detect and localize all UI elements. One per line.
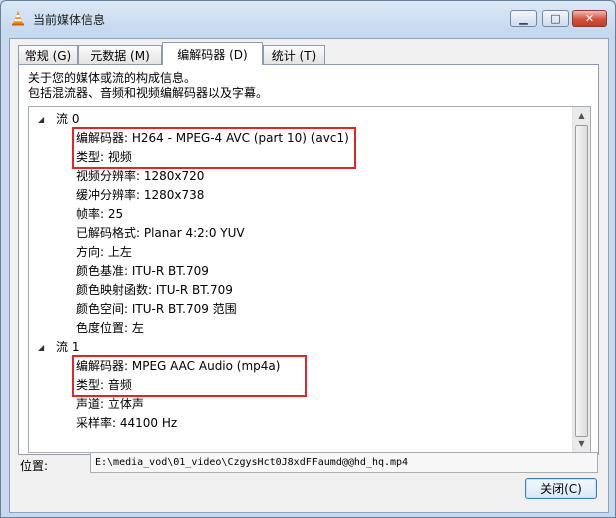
location-label: 位置: <box>20 459 49 473</box>
media-info-window: 当前媒体信息 ▁ □ ✕ 常规 (G) 元数据 (M) 编解码器 (D) 统计 … <box>0 0 616 518</box>
collapse-triangle-icon[interactable]: ◢ <box>38 110 50 129</box>
dialog-client-area: 常规 (G) 元数据 (M) 编解码器 (D) 统计 (T) 关于您的媒体或流的… <box>9 38 609 513</box>
tree-property[interactable]: 帧率: 25 <box>76 205 123 224</box>
codec-panel: 关于您的媒体或流的构成信息。 包括混流器、音频和视频编解码器以及字幕。 ◢ 流 0… <box>18 64 599 455</box>
scroll-down-arrow-icon[interactable]: ▼ <box>573 435 590 452</box>
description-line-1: 关于您的媒体或流的构成信息。 <box>28 71 197 85</box>
tree-property[interactable]: 编解码器: H264 - MPEG-4 AVC (part 10) (avc1) <box>76 129 349 148</box>
tree-property[interactable]: 视频分辨率: 1280x720 <box>76 167 204 186</box>
vlc-cone-icon <box>12 11 24 26</box>
minimize-icon: ▁ <box>519 12 528 25</box>
tree-property[interactable]: 类型: 视频 <box>76 148 132 167</box>
description-line-2: 包括混流器、音频和视频编解码器以及字幕。 <box>28 86 269 100</box>
tree-property[interactable]: 颜色空间: ITU-R BT.709 范围 <box>76 300 237 319</box>
tree-property[interactable]: 已解码格式: Planar 4:2:0 YUV <box>76 224 245 243</box>
tree-property[interactable]: 方向: 上左 <box>76 243 132 262</box>
tree-property[interactable]: 类型: 音频 <box>76 376 132 395</box>
location-field[interactable]: E:\media_vod\01_video\CzgysHct0J8xdFFaum… <box>90 452 598 473</box>
vertical-scrollbar[interactable]: ▲ ▼ <box>572 107 590 452</box>
tree-property[interactable]: 颜色映射函数: ITU-R BT.709 <box>76 281 233 300</box>
close-window-button[interactable]: ✕ <box>572 10 607 27</box>
maximize-icon: □ <box>550 12 561 25</box>
tab-metadata[interactable]: 元数据 (M) <box>78 45 162 64</box>
tree-property[interactable]: 缓冲分辨率: 1280x738 <box>76 186 204 205</box>
stream-label: 流 0 <box>56 112 80 126</box>
tree-stream-0[interactable]: ◢ 流 0 <box>38 110 79 129</box>
tree-property[interactable]: 声道: 立体声 <box>76 395 144 414</box>
tree-property[interactable]: 编解码器: MPEG AAC Audio (mp4a) <box>76 357 280 376</box>
maximize-button[interactable]: □ <box>542 10 569 27</box>
tab-statistics[interactable]: 统计 (T) <box>263 45 325 64</box>
close-button[interactable]: 关闭(C) <box>525 478 597 499</box>
tree-stream-1[interactable]: ◢ 流 1 <box>38 338 79 357</box>
scrollbar-thumb[interactable] <box>575 125 588 437</box>
scroll-up-arrow-icon[interactable]: ▲ <box>573 107 590 124</box>
title-bar[interactable]: 当前媒体信息 ▁ □ ✕ <box>1 1 615 35</box>
panel-description: 关于您的媒体或流的构成信息。 包括混流器、音频和视频编解码器以及字幕。 <box>28 71 268 101</box>
window-title: 当前媒体信息 <box>33 13 106 27</box>
minimize-button[interactable]: ▁ <box>510 10 537 27</box>
tab-codec[interactable]: 编解码器 (D) <box>162 42 263 65</box>
collapse-triangle-icon[interactable]: ◢ <box>38 338 50 357</box>
tree-property[interactable]: 色度位置: 左 <box>76 319 144 338</box>
close-icon: ✕ <box>584 12 595 25</box>
tree-property[interactable]: 颜色基准: ITU-R BT.709 <box>76 262 209 281</box>
tab-general[interactable]: 常规 (G) <box>18 45 78 64</box>
tree-property[interactable]: 采样率: 44100 Hz <box>76 414 177 433</box>
stream-label: 流 1 <box>56 340 80 354</box>
codec-tree[interactable]: ◢ 流 0 编解码器: H264 - MPEG-4 AVC (part 10) (… <box>28 106 591 453</box>
